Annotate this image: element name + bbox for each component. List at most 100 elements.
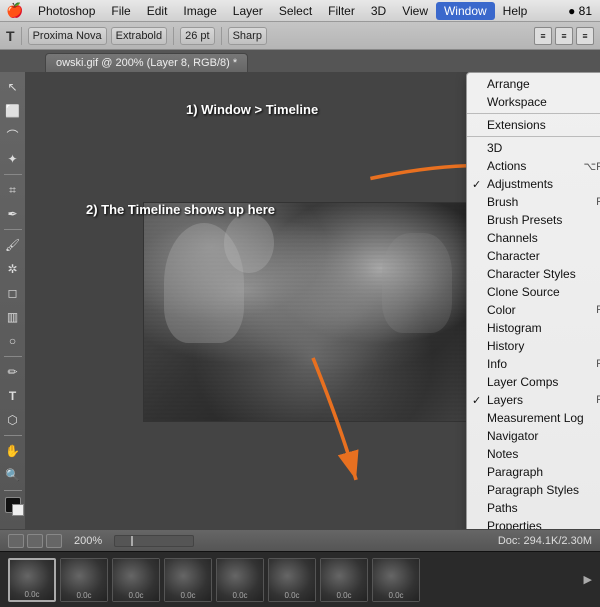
battery-status: ● 81 [568, 4, 592, 18]
divider-1 [467, 113, 600, 114]
main-area: ↖ ⬜ ⌒ ✦ ⌗ ✒ 🖌 ✲ ◻ ▥ ○ ✏ T ⬡ ✋ 🔍 [0, 72, 600, 529]
menu-character[interactable]: Character [467, 247, 600, 265]
menu-adjustments[interactable]: ✓ Adjustments [467, 175, 600, 193]
film-frame-5[interactable]: 0.0c [216, 558, 264, 602]
brush-tool[interactable]: 🖌 [2, 234, 24, 256]
status-icon-3[interactable] [46, 534, 62, 548]
status-icon-2[interactable] [27, 534, 43, 548]
color-shortcut: F6 [596, 304, 600, 316]
foreground-color[interactable] [5, 497, 21, 513]
move-tool[interactable]: ↖ [2, 76, 24, 98]
path-tool[interactable]: ⬡ [2, 409, 24, 431]
film-frame-8[interactable]: 0.0c [372, 558, 420, 602]
apple-logo[interactable]: 🍎 [0, 2, 30, 19]
menu-workspace[interactable]: Workspace ▶ [467, 93, 600, 111]
menu-color[interactable]: Color F6 [467, 301, 600, 319]
menu-measurement-log[interactable]: Measurement Log [467, 409, 600, 427]
film-frame-6[interactable]: 0.0c [268, 558, 316, 602]
pen-tool[interactable]: ✏ [2, 361, 24, 383]
divider-2 [467, 136, 600, 137]
menu-layer[interactable]: Layer [225, 2, 271, 20]
align-center-icon[interactable]: ≡ [555, 27, 573, 45]
layers-check: ✓ [472, 394, 481, 407]
hand-tool[interactable]: ✋ [2, 440, 24, 462]
menu-paragraph[interactable]: Paragraph [467, 463, 600, 481]
align-right-icon[interactable]: ≡ [576, 27, 594, 45]
menu-actions[interactable]: Actions ⌥F9 [467, 157, 600, 175]
window-dropdown-menu: Arrange ▶ Workspace ▶ Extensions ▶ 3D Ac… [466, 72, 600, 529]
menu-notes[interactable]: Notes [467, 445, 600, 463]
gradient-tool[interactable]: ▥ [2, 306, 24, 328]
menu-bar: 🍎 Photoshop File Edit Image Layer Select… [0, 0, 600, 22]
aa-select[interactable]: Sharp [228, 27, 267, 45]
info-shortcut: F8 [596, 358, 600, 370]
menu-view[interactable]: View [394, 2, 436, 20]
menu-channels[interactable]: Channels [467, 229, 600, 247]
menu-edit[interactable]: Edit [139, 2, 176, 20]
menu-select[interactable]: Select [271, 2, 320, 20]
film-frame-2[interactable]: 0.0c [60, 558, 108, 602]
zoom-tool[interactable]: 🔍 [2, 464, 24, 486]
menu-filter[interactable]: Filter [320, 2, 363, 20]
menu-brush[interactable]: Brush F5 [467, 193, 600, 211]
status-icon-1[interactable] [8, 534, 24, 548]
options-bar: T Proxima Nova Extrabold 26 pt Sharp ≡ ≡… [0, 22, 600, 50]
film-frame-4[interactable]: 0.0c [164, 558, 212, 602]
annotation-window-timeline: 1) Window > Timeline [186, 102, 318, 117]
menu-arrange[interactable]: Arrange ▶ [467, 75, 600, 93]
menu-character-styles[interactable]: Character Styles [467, 265, 600, 283]
arrange-label: Arrange [487, 77, 530, 91]
workspace-label: Workspace [487, 95, 547, 109]
document-tab[interactable]: owski.gif @ 200% (Layer 8, RGB/8) * [45, 53, 248, 72]
annotation-timeline-shows: 2) The Timeline shows up here [86, 202, 275, 217]
menu-extensions[interactable]: Extensions ▶ [467, 116, 600, 134]
menu-3d[interactable]: 3D [467, 139, 600, 157]
status-bar: 200% Doc: 294.1K/2.30M [0, 529, 600, 551]
film-frame-3[interactable]: 0.0c [112, 558, 160, 602]
menu-paths[interactable]: Paths [467, 499, 600, 517]
film-frame-1[interactable]: 0.0c [8, 558, 56, 602]
stamp-tool[interactable]: ✲ [2, 258, 24, 280]
zoom-level: 200% [74, 535, 102, 547]
tab-bar: owski.gif @ 200% (Layer 8, RGB/8) * [0, 50, 600, 72]
menu-photoshop[interactable]: Photoshop [30, 2, 103, 20]
layers-shortcut: F7 [596, 394, 600, 406]
menu-layer-comps[interactable]: Layer Comps [467, 373, 600, 391]
font-family-select[interactable]: Proxima Nova [28, 27, 107, 45]
tool-type-icon: T [6, 28, 15, 44]
menu-layers[interactable]: ✓ Layers F7 [467, 391, 600, 409]
film-frame-7[interactable]: 0.0c [320, 558, 368, 602]
type-tool[interactable]: T [2, 385, 24, 407]
menu-3d[interactable]: 3D [363, 2, 394, 20]
blur-tool[interactable]: ○ [2, 330, 24, 352]
wand-tool[interactable]: ✦ [2, 148, 24, 170]
eyedropper-tool[interactable]: ✒ [2, 203, 24, 225]
menu-image[interactable]: Image [175, 2, 224, 20]
timeline-scrubber[interactable] [114, 535, 194, 547]
actions-shortcut: ⌥F9 [583, 160, 600, 173]
marquee-tool[interactable]: ⬜ [2, 100, 24, 122]
menu-window[interactable]: Window [436, 2, 495, 20]
font-size-input[interactable]: 26 pt [180, 27, 214, 45]
menu-histogram[interactable]: Histogram [467, 319, 600, 337]
brush-shortcut: F5 [596, 196, 600, 208]
menu-file[interactable]: File [103, 2, 138, 20]
extensions-label: Extensions [487, 118, 546, 132]
menu-paragraph-styles[interactable]: Paragraph Styles [467, 481, 600, 499]
menu-brush-presets[interactable]: Brush Presets [467, 211, 600, 229]
filmstrip-label: ▶ [584, 573, 592, 586]
menu-properties[interactable]: Properties [467, 517, 600, 529]
menu-info[interactable]: Info F8 [467, 355, 600, 373]
menu-help[interactable]: Help [495, 2, 536, 20]
status-icons [8, 534, 62, 548]
menu-clone-source[interactable]: Clone Source [467, 283, 600, 301]
lasso-tool[interactable]: ⌒ [2, 124, 24, 146]
crop-tool[interactable]: ⌗ [2, 179, 24, 201]
font-weight-select[interactable]: Extrabold [111, 27, 167, 45]
menu-navigator[interactable]: Navigator [467, 427, 600, 445]
eraser-tool[interactable]: ◻ [2, 282, 24, 304]
canvas-area: 1) Window > Timeline 2) The Timeline sho… [26, 72, 600, 529]
menu-history[interactable]: History [467, 337, 600, 355]
align-left-icon[interactable]: ≡ [534, 27, 552, 45]
adjustments-check: ✓ [472, 178, 481, 191]
